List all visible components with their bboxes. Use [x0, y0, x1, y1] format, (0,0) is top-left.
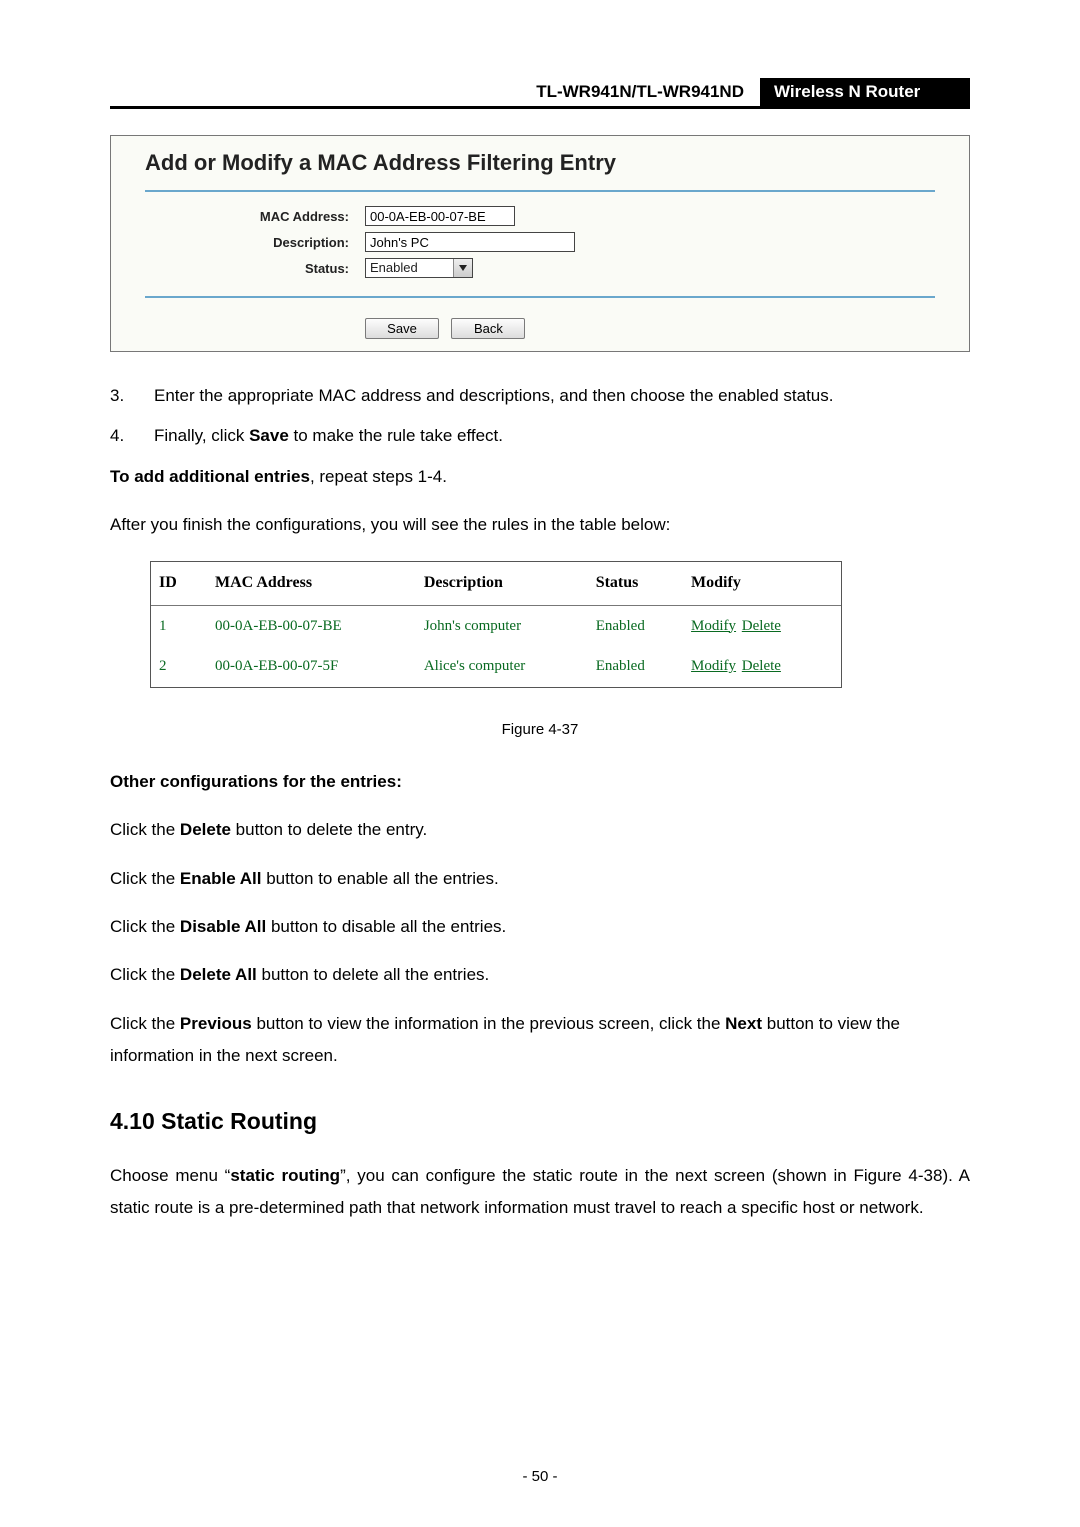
status-label: Status: [145, 261, 365, 276]
modify-link[interactable]: Modify [691, 618, 736, 634]
chevron-down-icon [453, 259, 472, 277]
cell-id: 1 [151, 605, 207, 646]
cell-mac: 00-0A-EB-00-07-5F [207, 646, 416, 687]
save-button[interactable]: Save [365, 318, 439, 339]
col-mac: MAC Address [207, 562, 416, 605]
panel-divider-2 [145, 296, 935, 298]
description-label: Description: [145, 235, 365, 250]
step-4: 4. Finally, click Save to make the rule … [110, 420, 970, 452]
cell-desc: John's computer [416, 605, 588, 646]
col-id: ID [151, 562, 207, 605]
mac-address-label: MAC Address: [145, 209, 365, 224]
step-4-text: Finally, click Save to make the rule tak… [154, 420, 503, 452]
cell-desc: Alice's computer [416, 646, 588, 687]
status-select-value: Enabled [366, 259, 453, 277]
other-line-2: Click the Enable All button to enable al… [110, 863, 970, 895]
rules-table-container: ID MAC Address Description Status Modify… [150, 561, 842, 687]
step-3-text: Enter the appropriate MAC address and de… [154, 380, 834, 412]
panel-divider [145, 190, 935, 192]
cell-actions: Modify Delete [683, 605, 841, 646]
other-line-3: Click the Disable All button to disable … [110, 911, 970, 943]
status-select[interactable]: Enabled [365, 258, 473, 278]
other-line-5: Click the Previous button to view the in… [110, 1008, 970, 1073]
table-row: 1 00-0A-EB-00-07-BE John's computer Enab… [151, 605, 841, 646]
description-input[interactable] [365, 232, 575, 252]
header-product: Wireless N Router [760, 78, 970, 106]
other-config-title: Other configurations for the entries: [110, 766, 970, 798]
mac-address-input[interactable] [365, 206, 515, 226]
other-line-1: Click the Delete button to delete the en… [110, 814, 970, 846]
modify-link[interactable]: Modify [691, 658, 736, 674]
col-status: Status [588, 562, 683, 605]
page-header: TL-WR941N/TL-WR941ND Wireless N Router [110, 78, 970, 109]
cell-actions: Modify Delete [683, 646, 841, 687]
rules-table: ID MAC Address Description Status Modify… [151, 562, 841, 686]
cell-id: 2 [151, 646, 207, 687]
after-config-text: After you finish the configurations, you… [110, 509, 970, 541]
delete-link[interactable]: Delete [742, 618, 781, 634]
col-desc: Description [416, 562, 588, 605]
cell-status: Enabled [588, 605, 683, 646]
header-model: TL-WR941N/TL-WR941ND [110, 82, 760, 102]
mac-filter-form-panel: Add or Modify a MAC Address Filtering En… [110, 135, 970, 352]
step-4-number: 4. [110, 420, 154, 452]
panel-title: Add or Modify a MAC Address Filtering En… [111, 136, 969, 182]
col-modify: Modify [683, 562, 841, 605]
additional-entries-text: To add additional entries, repeat steps … [110, 461, 970, 493]
table-row: 2 00-0A-EB-00-07-5F Alice's computer Ena… [151, 646, 841, 687]
back-button[interactable]: Back [451, 318, 525, 339]
section-paragraph: Choose menu “static routing”, you can co… [110, 1160, 970, 1225]
page-number: - 50 - [0, 1468, 1080, 1485]
step-3: 3. Enter the appropriate MAC address and… [110, 380, 970, 412]
section-heading: 4.10 Static Routing [110, 1100, 970, 1144]
delete-link[interactable]: Delete [742, 658, 781, 674]
cell-mac: 00-0A-EB-00-07-BE [207, 605, 416, 646]
cell-status: Enabled [588, 646, 683, 687]
other-line-4: Click the Delete All button to delete al… [110, 959, 970, 991]
figure-caption: Figure 4-37 [110, 716, 970, 745]
step-3-number: 3. [110, 380, 154, 412]
